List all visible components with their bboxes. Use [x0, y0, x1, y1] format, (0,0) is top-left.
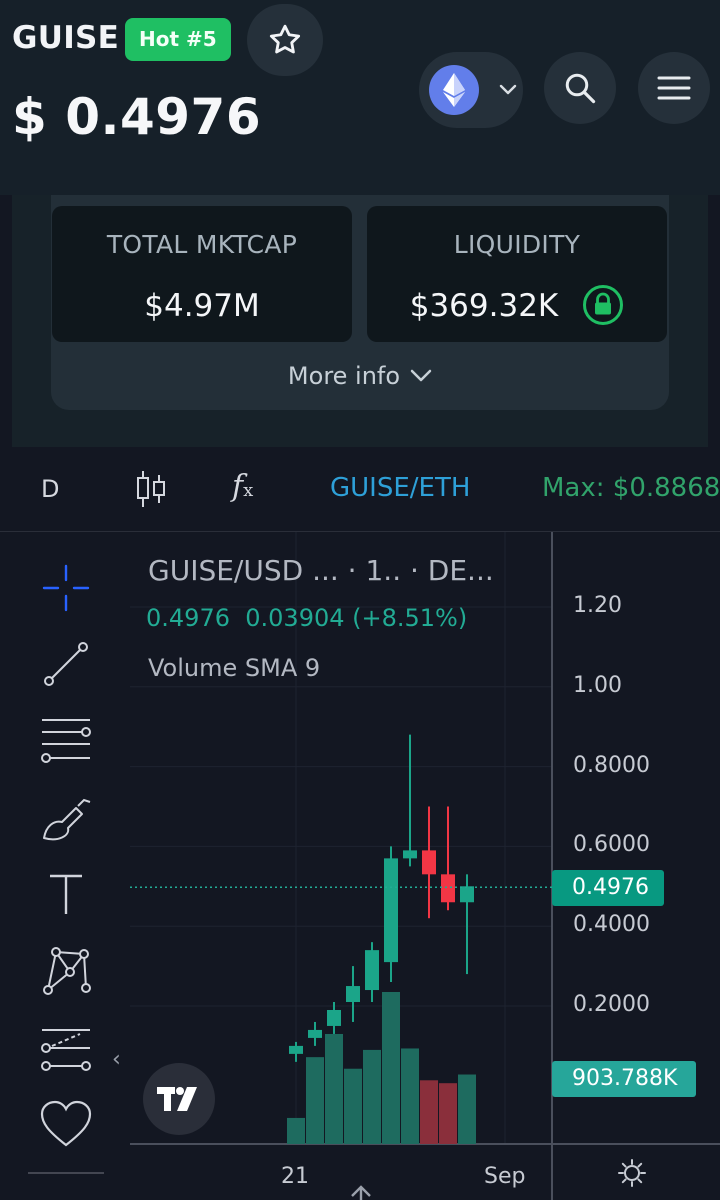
indicators-fx-icon[interactable]: fx	[232, 469, 253, 504]
candle-body	[346, 986, 360, 1003]
x-axis-tick-label: Sep	[484, 1164, 526, 1189]
legend-change: 0.03904	[245, 604, 345, 632]
fib-retracement-tool[interactable]	[36, 710, 96, 770]
volume-bar	[439, 1083, 457, 1144]
y-axis-tick-label: 0.2000	[573, 992, 650, 1017]
volume-bar	[344, 1068, 362, 1144]
search-icon	[565, 73, 596, 104]
volume-bar	[325, 1033, 343, 1144]
x-axis-tick-label: 21	[281, 1164, 309, 1189]
liquidity-row: $369.32K	[367, 284, 667, 326]
volume-bar	[420, 1080, 438, 1144]
pattern-icon	[43, 947, 91, 995]
volume-bar	[382, 992, 400, 1144]
tradingview-logo[interactable]	[143, 1063, 215, 1135]
lock-icon[interactable]	[582, 284, 624, 326]
volume-bar	[401, 1048, 419, 1144]
volume-bar	[363, 1049, 381, 1144]
settings-gear-icon[interactable]	[617, 1158, 647, 1188]
candle-body	[289, 1045, 303, 1054]
drawing-toolbar	[0, 532, 130, 1200]
candle-body	[441, 874, 455, 903]
market-cap-card: TOTAL MKTCAP $4.97M	[52, 206, 352, 342]
volume-tag: 903.788K	[552, 1061, 696, 1097]
chart-toolbar: D fx GUISE/ETH Max: $0.8868	[0, 447, 720, 532]
tools-divider	[28, 1172, 104, 1174]
forecast-tool[interactable]	[36, 1018, 96, 1078]
tradingview-logo-icon	[157, 1087, 197, 1111]
candle-body	[384, 858, 398, 963]
trend-line-icon	[44, 642, 88, 686]
hamburger-menu-icon	[657, 76, 691, 100]
y-axis-tick-label: 0.8000	[573, 752, 650, 778]
candle-body	[327, 1009, 341, 1026]
market-cap-label: TOTAL MKTCAP	[106, 230, 298, 259]
token-header: GUISE Hot #5 $ 0.4976	[0, 0, 720, 195]
volume-study-label[interactable]: Volume SMA 9	[148, 654, 320, 682]
market-cap-value: $4.97M	[144, 288, 260, 324]
candle-body	[403, 850, 417, 859]
favorites-tool[interactable]	[36, 1094, 96, 1154]
crosshair-icon	[42, 564, 90, 612]
favorite-button[interactable]	[247, 4, 323, 76]
scroll-up-arrow-icon[interactable]	[348, 1182, 374, 1200]
candlestick-chart-svg[interactable]	[130, 532, 720, 1200]
legend-title[interactable]: GUISE/USD ... · 1.. · DE...	[148, 554, 494, 587]
ethereum-icon	[429, 65, 479, 115]
candle-body	[365, 950, 379, 991]
y-axis-tick-label: 0.4000	[573, 912, 650, 938]
text-tool[interactable]	[36, 864, 96, 924]
collapse-toolbar-icon[interactable]: ‹	[112, 1047, 121, 1072]
text-icon	[50, 874, 82, 914]
y-axis-tick-label: 1.20	[573, 593, 622, 618]
more-info-label: More info	[287, 362, 401, 390]
y-axis-tick-label: 0.6000	[573, 832, 650, 858]
candle-body	[460, 886, 474, 903]
pattern-tool[interactable]	[36, 940, 96, 1000]
star-outline-icon	[269, 24, 301, 54]
volume-bar	[458, 1074, 476, 1144]
volume-bar	[287, 1117, 305, 1144]
y-axis-tick-label: 1.00	[573, 672, 622, 698]
legend-change-pct: (+8.51%)	[352, 604, 468, 632]
chain-selector[interactable]	[419, 52, 523, 128]
search-button[interactable]	[544, 52, 616, 124]
horizontal-lines-icon	[41, 719, 91, 763]
liquidity-label: LIQUIDITY	[453, 230, 581, 259]
candle-body	[422, 850, 436, 875]
last-price-tag: 0.4976	[552, 870, 664, 906]
liquidity-value: $369.32K	[409, 288, 559, 324]
chevron-down-icon	[410, 369, 432, 382]
token-price: $ 0.4976	[12, 88, 262, 146]
legend-last: 0.4976	[146, 604, 230, 632]
crosshair-tool[interactable]	[36, 558, 96, 618]
candlestick-type-icon[interactable]	[135, 469, 167, 509]
liquidity-card: LIQUIDITY $369.32K	[367, 206, 667, 342]
forecast-icon	[41, 1029, 91, 1071]
heart-icon	[40, 1100, 92, 1147]
legend-values: 0.4976 0.03904 (+8.51%)	[146, 604, 467, 632]
hot-rank-badge[interactable]: Hot #5	[125, 18, 231, 61]
candle-body	[308, 1029, 322, 1038]
trend-line-tool[interactable]	[36, 634, 96, 694]
interval-button[interactable]: D	[41, 475, 59, 503]
chevron-down-icon	[499, 84, 517, 95]
max-price: Max: $0.8868	[542, 473, 720, 503]
token-symbol: GUISE	[12, 20, 120, 56]
menu-button[interactable]	[638, 52, 710, 124]
brush-tool[interactable]	[36, 790, 96, 850]
pair-selector[interactable]: GUISE/ETH	[330, 473, 470, 503]
price-chart[interactable]: GUISE/USD ... · 1.. · DE... 0.4976 0.039…	[112, 532, 720, 1200]
brush-icon	[43, 798, 91, 841]
volume-bar	[306, 1057, 324, 1144]
more-info-toggle[interactable]: More info	[51, 345, 669, 407]
